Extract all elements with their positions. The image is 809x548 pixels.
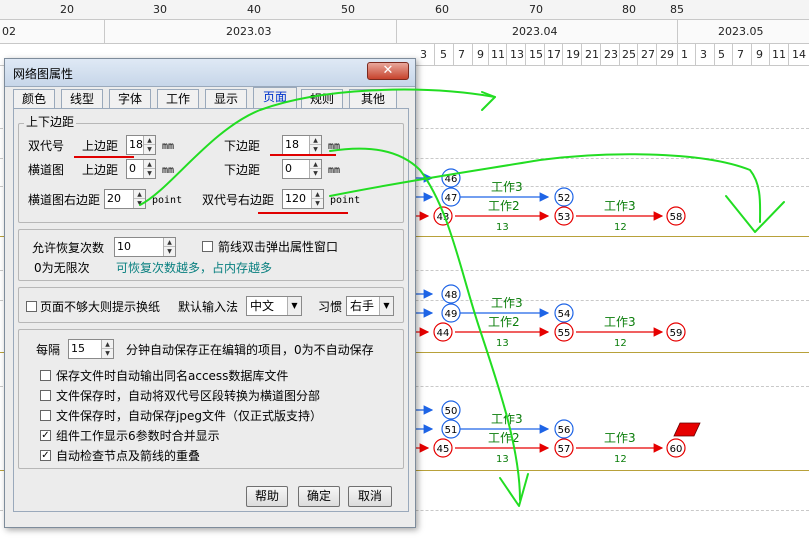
green-arrow-annotation: [329, 153, 762, 223]
green-arrow-head: [499, 473, 529, 507]
annotation-overlay: [139, 88, 785, 507]
green-arrow-annotation: [139, 88, 496, 206]
green-arrow-annotation: [329, 147, 521, 501]
green-arrow-head: [725, 195, 785, 233]
